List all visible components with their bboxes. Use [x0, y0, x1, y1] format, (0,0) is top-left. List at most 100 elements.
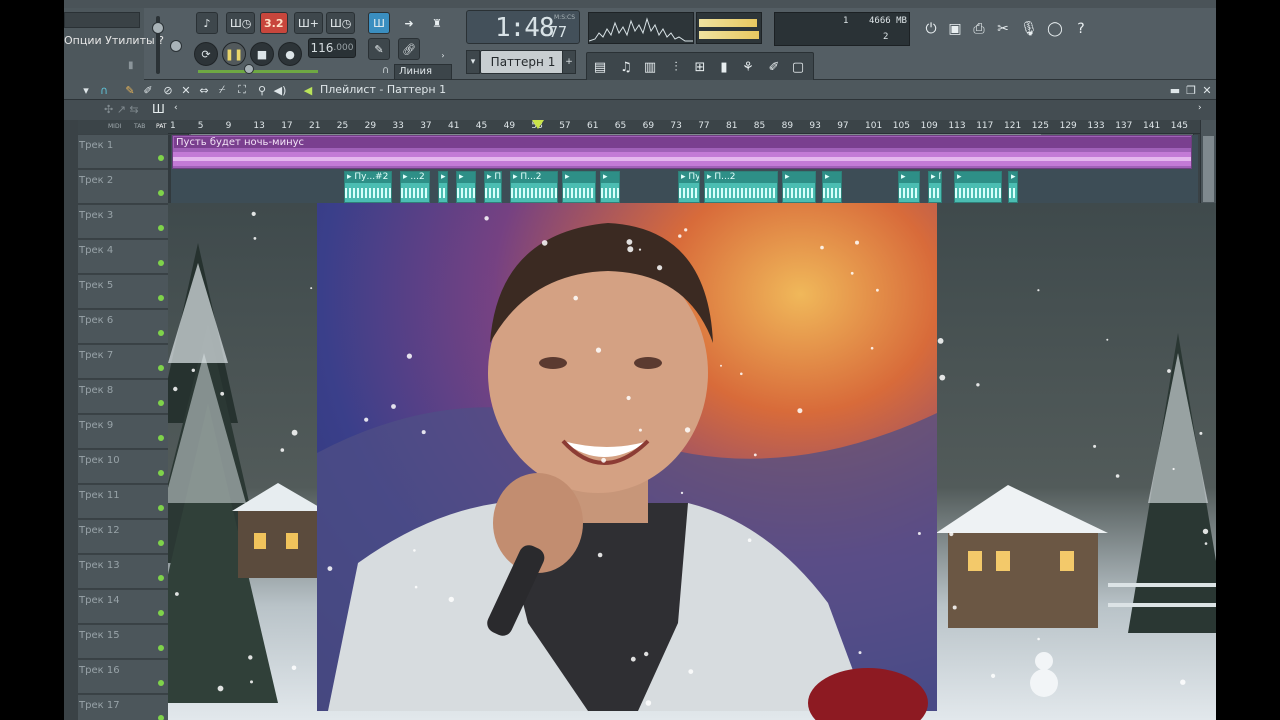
vocal-clip[interactable]: ▸ — [562, 171, 596, 203]
countdown-badge[interactable]: 3.2 — [260, 12, 288, 34]
pattern-picker-icon[interactable]: Ш — [152, 102, 165, 116]
vocal-clip[interactable]: ▸ — [600, 171, 620, 203]
vocal-clip[interactable]: ▸ — [456, 171, 476, 203]
mixer-icon[interactable]: ⫶ — [665, 55, 687, 79]
track-enable-led[interactable] — [158, 540, 164, 546]
magnet-snap-icon[interactable]: ∩ — [96, 82, 112, 98]
vocal-clip[interactable]: ▸ Пусть...als] #2 — [678, 171, 700, 203]
track-enable-led[interactable] — [158, 260, 164, 266]
link-icon[interactable]: 🔗︎ — [398, 38, 420, 60]
pattern-dropdown-icon[interactable]: ▾ — [466, 50, 480, 74]
vocal-clip[interactable]: ▸ — [1008, 171, 1018, 203]
track-header[interactable]: Трек 1 — [78, 135, 168, 169]
mute-icon[interactable]: ✕ — [178, 82, 194, 98]
track-header[interactable]: Трек 8 — [78, 380, 168, 414]
track-enable-led[interactable] — [158, 645, 164, 651]
paint-icon[interactable]: ✐ — [140, 82, 156, 98]
render-icon[interactable]: ⎙ — [968, 16, 990, 42]
track-header[interactable]: Трек 6 — [78, 310, 168, 344]
track-enable-led[interactable] — [158, 190, 164, 196]
stop-button[interactable]: ■ — [250, 42, 274, 66]
vocal-clip[interactable]: ▸ — [822, 171, 842, 203]
brush-tool-icon[interactable]: ✎ — [368, 38, 390, 60]
microphone-icon[interactable]: 🎙︎ — [1018, 16, 1040, 42]
track-enable-led[interactable] — [158, 400, 164, 406]
arrow-icon[interactable]: ◀ — [300, 82, 316, 98]
vocal-clip[interactable]: ▸ П...2 — [510, 171, 558, 203]
vocal-clip[interactable]: ▸ — [898, 171, 920, 203]
menu-arrow-icon[interactable]: ▾ — [78, 82, 94, 98]
select-icon[interactable]: ⛶ — [234, 82, 250, 98]
track-header[interactable]: Трек 10 — [78, 450, 168, 484]
mini-window-icon[interactable]: ▢ — [787, 55, 809, 79]
master-pitch-knob[interactable] — [170, 40, 182, 52]
audio-clip-minus[interactable]: Пусть будет ночь-минус — [172, 135, 1192, 169]
time-display[interactable]: 1:48 M:S:CS 77 — [466, 10, 580, 44]
vocal-clip[interactable]: ▸ П...2 — [704, 171, 778, 203]
typing-keyboard-icon[interactable]: ♜ — [426, 12, 448, 34]
track-header[interactable]: Трек 11 — [78, 485, 168, 519]
pencil-icon[interactable]: ✎ — [122, 82, 138, 98]
vocal-clip[interactable]: ▸ — [782, 171, 816, 203]
track-header[interactable]: Трек 9 — [78, 415, 168, 449]
close-icon[interactable]: ✕ — [1200, 83, 1214, 97]
add-pattern-button[interactable]: + — [562, 50, 576, 74]
mini-tab-midi[interactable]: MIDI — [108, 123, 121, 130]
slice-icon[interactable]: ⌿ — [214, 82, 230, 98]
track-header[interactable]: Трек 15 — [78, 625, 168, 659]
playhead-marker[interactable] — [532, 120, 544, 129]
mini-tab-tab[interactable]: TAB — [134, 123, 145, 130]
pattern-mode-button[interactable]: Ш — [368, 12, 390, 34]
vocal-clip[interactable]: ▸ Пу...#2 — [344, 171, 392, 203]
mini-tab-pat[interactable]: PAT — [156, 123, 167, 130]
track-header[interactable]: Трек 3 — [78, 205, 168, 239]
cut-icon[interactable]: ✂ — [992, 16, 1014, 42]
help-icon[interactable]: ? — [1070, 16, 1092, 42]
scroll-right-icon[interactable]: › — [1198, 103, 1202, 113]
touch-keyboard-icon[interactable]: ✐ — [763, 55, 785, 79]
track-enable-led[interactable] — [158, 435, 164, 441]
track-header[interactable]: Трек 12 — [78, 520, 168, 554]
track-header[interactable]: Трек 16 — [78, 660, 168, 694]
cpu-icon[interactable]: ⏻ — [920, 16, 942, 42]
track-header[interactable]: Трек 4 — [78, 240, 168, 274]
loop-icon[interactable]: ⟳ — [194, 42, 218, 66]
slip-icon[interactable]: ⇔ — [196, 82, 212, 98]
track-enable-led[interactable] — [158, 610, 164, 616]
track-enable-led[interactable] — [158, 575, 164, 581]
track-enable-led[interactable] — [158, 715, 164, 720]
vocal-clip[interactable]: ▸ Пу...#2 — [928, 171, 942, 203]
vocal-clip[interactable]: ▸ Пу...#2 — [484, 171, 502, 203]
pattern-selector[interactable]: Паттерн 1 — [480, 50, 566, 74]
track-header[interactable]: Трек 2 — [78, 170, 168, 204]
track-enable-led[interactable] — [158, 505, 164, 511]
track-enable-led[interactable] — [158, 155, 164, 161]
speaker-icon[interactable]: ◀) — [272, 82, 288, 98]
track-enable-led[interactable] — [158, 470, 164, 476]
maximize-icon[interactable]: ❐ — [1184, 83, 1198, 97]
track-enable-led[interactable] — [158, 330, 164, 336]
menu-options[interactable]: Опции Утилиты ? — [64, 34, 164, 47]
wait-input-button[interactable]: Ш◷ — [226, 12, 256, 34]
master-volume-knob[interactable] — [152, 22, 164, 34]
position-slider-handle[interactable] — [244, 64, 254, 74]
track-header[interactable]: Трек 7 — [78, 345, 168, 379]
delete-icon[interactable]: ⊘ — [160, 82, 176, 98]
track-enable-led[interactable] — [158, 295, 164, 301]
vertical-scroll-thumb[interactable] — [1203, 136, 1214, 202]
tempo-display[interactable]: 116.000 — [308, 38, 356, 58]
position-slider[interactable] — [198, 70, 318, 73]
project-icon[interactable]: ▮ — [713, 55, 735, 79]
track-enable-led[interactable] — [158, 365, 164, 371]
scroll-left-icon[interactable]: ‹ — [174, 103, 178, 113]
zoom-arrows-icon[interactable]: ✣ ↗ ⇆ — [104, 103, 139, 116]
song-mode-arrow-icon[interactable]: ➜ — [398, 12, 420, 34]
chat-icon[interactable]: ◯ — [1044, 16, 1066, 42]
track-enable-led[interactable] — [158, 680, 164, 686]
browser-icon[interactable]: ⊞ — [689, 55, 711, 79]
track-header[interactable]: Трек 5 — [78, 275, 168, 309]
vocal-clip[interactable]: ▸ — [438, 171, 448, 203]
save-icon[interactable]: ▣ — [944, 16, 966, 42]
track-header[interactable]: Трек 13 — [78, 555, 168, 589]
piano-roll-icon[interactable]: ♫ — [615, 55, 637, 79]
